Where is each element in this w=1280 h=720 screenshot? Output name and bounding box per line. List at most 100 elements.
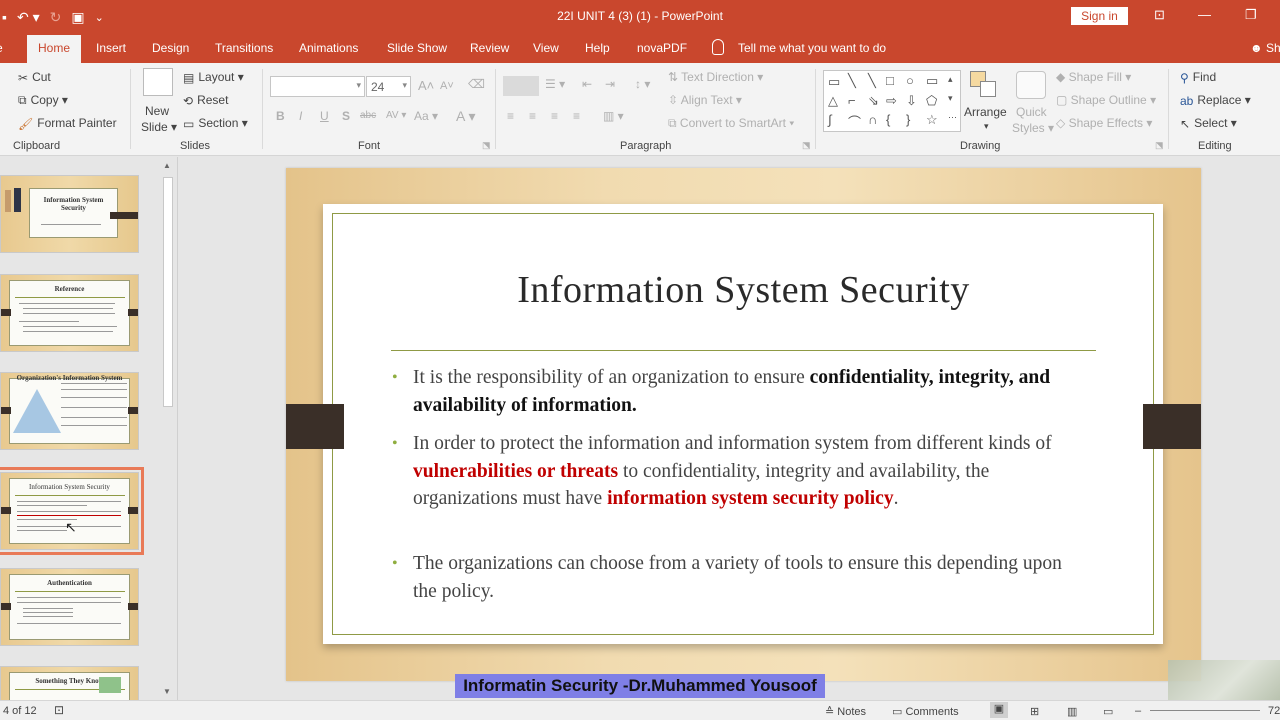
slide-thumbnail-5[interactable]: Authentication bbox=[0, 568, 139, 646]
scroll-down-icon[interactable]: ▼ bbox=[163, 687, 171, 696]
new-slide-icon[interactable] bbox=[143, 68, 173, 96]
tab-review[interactable]: Review bbox=[470, 41, 509, 55]
drawing-dialog-launcher-icon[interactable]: ⬔ bbox=[1155, 140, 1164, 151]
thumbnail-title: Organization's Information System bbox=[16, 374, 123, 382]
arrange-icon[interactable] bbox=[970, 71, 998, 99]
slide-canvas[interactable]: Information System Security • It is the … bbox=[286, 168, 1201, 681]
align-right-button[interactable]: ≡ bbox=[551, 109, 558, 123]
character-spacing-button[interactable]: AV ▾ bbox=[386, 110, 406, 121]
scroll-up-icon[interactable]: ▲ bbox=[163, 161, 171, 170]
slide-show-icon[interactable]: ▭ bbox=[1103, 705, 1113, 718]
layout-button[interactable]: ▤ Layout ▾ bbox=[183, 70, 244, 85]
font-dialog-launcher-icon[interactable]: ⬔ bbox=[482, 140, 491, 151]
ribbon-display-options-icon[interactable]: ⊡ bbox=[1154, 7, 1165, 23]
align-center-button[interactable]: ≡ bbox=[529, 109, 536, 123]
copy-button[interactable]: ⧉ Copy ▾ bbox=[18, 93, 68, 108]
justify-button[interactable]: ≡ bbox=[573, 109, 580, 123]
font-color-button[interactable]: A ▾ bbox=[456, 108, 475, 125]
shapes-gallery[interactable]: ▭ ╲ ╲ □ ○ ▭ △ ⌐ ⇘ ⇨ ⇩ ⬠ ∫ ⌒ ∩{} ☆ ▴ ▾ ⋯ bbox=[823, 70, 961, 132]
status-bar: 4 of 12 ⊡ ≙ Notes ▭ Comments ▣ ⊞ ▥ ▭ – 7… bbox=[0, 700, 1280, 720]
numbering-button[interactable]: ☰ ▾ bbox=[545, 77, 565, 91]
text-shadow-button[interactable]: S bbox=[342, 109, 350, 123]
font-size-input[interactable]: 24 ▾ bbox=[366, 76, 411, 97]
underline-button[interactable]: U bbox=[320, 109, 329, 123]
select-button[interactable]: ↖ Select ▾ bbox=[1180, 116, 1237, 131]
video-caption-overlay: Informatin Security -Dr.Muhammed Yousoof bbox=[455, 674, 825, 698]
shape-outline-button[interactable]: ▢ Shape Outline ▾ bbox=[1056, 93, 1156, 107]
columns-button[interactable]: ▥ ▾ bbox=[603, 109, 624, 123]
format-painter-button[interactable]: 🖌 Format Painter bbox=[18, 116, 117, 131]
new-slide-dropdown[interactable]: Slide ▾ bbox=[141, 120, 177, 134]
thumbnail-scrollbar[interactable]: ▲ ▼ bbox=[160, 157, 176, 700]
bullets-button[interactable] bbox=[503, 76, 539, 96]
minimize-icon[interactable]: — bbox=[1198, 7, 1211, 22]
tell-me-search[interactable]: Tell me what you want to do bbox=[738, 41, 886, 55]
line-spacing-button[interactable]: ↕ ▾ bbox=[635, 77, 650, 91]
align-left-button[interactable]: ≡ bbox=[507, 109, 514, 123]
zoom-level[interactable]: 72 bbox=[1268, 705, 1280, 717]
replace-button[interactable]: ab Replace ▾ bbox=[1180, 93, 1251, 108]
slide-thumbnail-2[interactable]: Reference bbox=[0, 274, 139, 352]
tab-home[interactable]: Home bbox=[27, 35, 82, 63]
share-button[interactable]: ☻ Sh bbox=[1250, 41, 1280, 55]
change-case-button[interactable]: Aa ▾ bbox=[414, 109, 438, 123]
clear-formatting-icon[interactable]: ⌫ bbox=[468, 77, 485, 91]
tab-view[interactable]: View bbox=[533, 41, 559, 55]
shape-effects-button[interactable]: ◇ Shape Effects ▾ bbox=[1056, 116, 1152, 130]
tab-slide-show[interactable]: Slide Show bbox=[387, 41, 447, 55]
reading-view-icon[interactable]: ▥ bbox=[1067, 705, 1077, 718]
decrease-font-size-button[interactable]: A˅ bbox=[440, 80, 454, 92]
quick-styles-dropdown[interactable]: Styles ▾ bbox=[1012, 121, 1054, 135]
convert-to-smartart-button[interactable]: ⧉ Convert to SmartArt ▾ bbox=[668, 116, 794, 131]
shape-fill-button[interactable]: ◆ Shape Fill ▾ bbox=[1056, 70, 1131, 84]
slide-thumbnail-6[interactable]: Something They Know bbox=[0, 666, 139, 700]
reset-button[interactable]: ⟲ Reset bbox=[183, 93, 228, 108]
tab-novapdf[interactable]: novaPDF bbox=[637, 41, 687, 55]
layout-icon: ▤ bbox=[183, 70, 195, 85]
arrange-button[interactable]: Arrange bbox=[964, 105, 1007, 119]
slide-thumbnail-3[interactable]: Organization's Information System bbox=[0, 372, 139, 450]
zoom-out-icon[interactable]: – bbox=[1135, 705, 1141, 717]
strikethrough-button[interactable]: abc bbox=[360, 110, 376, 121]
bullet-dot-icon: • bbox=[392, 555, 398, 572]
increase-font-size-button[interactable]: A˄ bbox=[418, 78, 434, 93]
section-button[interactable]: ▭ Section ▾ bbox=[183, 116, 248, 131]
slide-title[interactable]: Information System Security bbox=[286, 268, 1201, 312]
spell-check-icon[interactable]: ⊡ bbox=[54, 703, 64, 717]
title-bar: ▪ ↶ ▾ ↻ ▣ ⌄ 22I UNIT 4 (3) (1) - PowerPo… bbox=[0, 0, 1280, 33]
scrollbar-thumb[interactable] bbox=[163, 177, 173, 407]
bold-button[interactable]: B bbox=[276, 109, 285, 123]
tab-design[interactable]: Design bbox=[152, 41, 189, 55]
decrease-indent-button[interactable]: ⇤ bbox=[582, 77, 592, 91]
sign-in-button[interactable]: Sign in bbox=[1071, 7, 1128, 25]
font-name-input[interactable]: ▾ bbox=[270, 76, 365, 97]
slide-thumbnail-1[interactable]: Information System Security bbox=[0, 175, 139, 253]
notes-button[interactable]: ≙ Notes bbox=[825, 705, 866, 718]
text-direction-button[interactable]: ⇅ Text Direction ▾ bbox=[668, 70, 763, 84]
zoom-slider[interactable] bbox=[1150, 710, 1260, 711]
new-slide-button-label[interactable]: New bbox=[145, 104, 169, 118]
italic-button[interactable]: I bbox=[299, 109, 302, 123]
tab-help[interactable]: Help bbox=[585, 41, 610, 55]
quick-styles-button[interactable]: Quick bbox=[1016, 105, 1047, 119]
tab-animations[interactable]: Animations bbox=[299, 41, 358, 55]
comments-button[interactable]: ▭ Comments bbox=[892, 705, 959, 718]
increase-indent-button[interactable]: ⇥ bbox=[605, 77, 615, 91]
restore-icon[interactable]: ❐ bbox=[1245, 7, 1257, 23]
slide-sorter-icon[interactable]: ⊞ bbox=[1030, 705, 1039, 718]
slide-thumbnail-pane: Information System Security Reference Or… bbox=[0, 157, 178, 700]
editing-group-label: Editing bbox=[1198, 140, 1232, 152]
align-text-button[interactable]: ⇳ Align Text ▾ bbox=[668, 93, 742, 107]
normal-view-icon[interactable]: ▣ bbox=[990, 702, 1008, 718]
find-button[interactable]: ⚲ Find bbox=[1180, 70, 1216, 85]
file-tab-partial[interactable]: e bbox=[0, 41, 3, 55]
arrange-dropdown-icon[interactable]: ▾ bbox=[984, 121, 989, 132]
ribbon: ✂ Cut ⧉ Copy ▾ 🖌 Format Painter Clipboard N… bbox=[0, 63, 1280, 156]
cut-button[interactable]: ✂ Cut bbox=[18, 70, 51, 85]
tab-transitions[interactable]: Transitions bbox=[215, 41, 273, 55]
tab-insert[interactable]: Insert bbox=[96, 41, 126, 55]
quick-styles-icon[interactable] bbox=[1016, 71, 1046, 99]
slide-thumbnail-4-selected[interactable]: Information System Security ↖ bbox=[0, 467, 144, 555]
paragraph-dialog-launcher-icon[interactable]: ⬔ bbox=[802, 140, 811, 151]
thumbnail-title: Reference bbox=[54, 285, 85, 293]
